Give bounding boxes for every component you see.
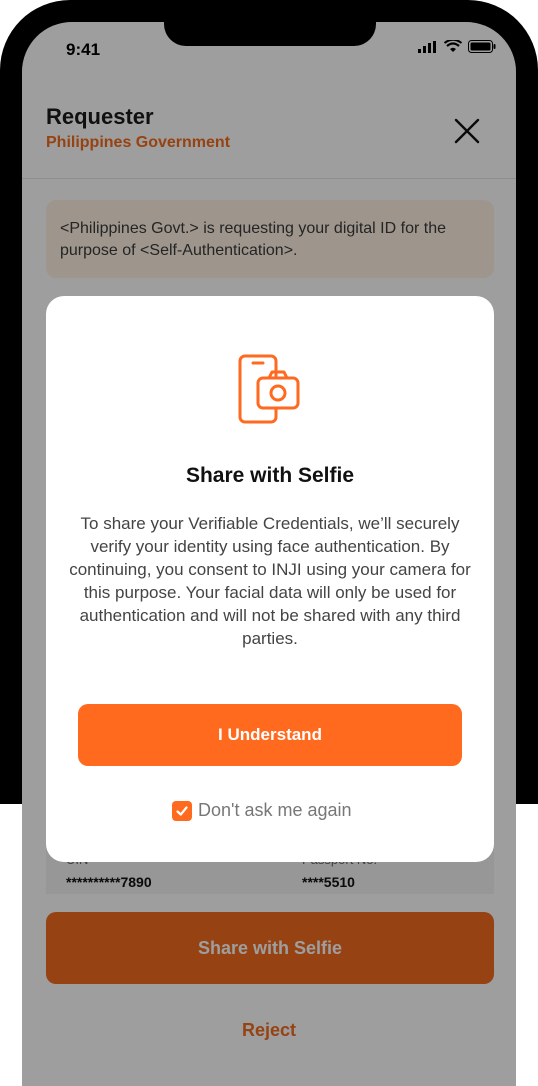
checkmark-icon <box>176 805 188 816</box>
dont-ask-again-checkbox[interactable] <box>172 800 192 821</box>
i-understand-button[interactable]: I Understand <box>78 704 462 766</box>
modal-body: To share your Verifiable Credentials, we… <box>69 514 471 648</box>
modal-title: Share with Selfie <box>185 464 355 487</box>
phone-screen: 9:41 Requester Philippines Government <P… <box>22 22 516 1086</box>
dont-ask-again-row[interactable]: Don't ask me again <box>172 800 352 821</box>
dont-ask-again-label: Don't ask me again <box>198 800 352 820</box>
phone-camera-icon <box>238 354 300 424</box>
consent-modal: Share with Selfie To share your Verifiab… <box>46 296 494 862</box>
